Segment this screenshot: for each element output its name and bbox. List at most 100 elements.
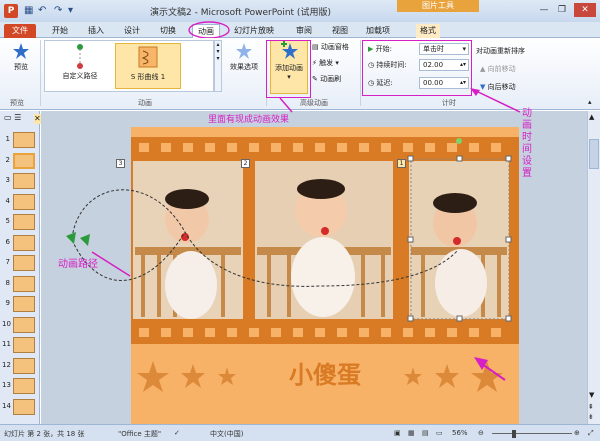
slide-thumbnail[interactable]: 1 <box>2 131 39 149</box>
spellcheck-icon[interactable]: ✓ <box>174 429 180 437</box>
divider <box>360 40 361 106</box>
slide-number: 9 <box>5 299 10 307</box>
powerpoint-icon[interactable]: P <box>4 4 18 18</box>
slide-thumbnail[interactable]: 12 <box>2 357 39 375</box>
slide-title[interactable]: 小傻蛋 <box>131 355 519 390</box>
trigger-button[interactable]: ⚡ 触发 ▾ <box>312 58 339 68</box>
slide-number: 12 <box>2 360 11 369</box>
timing-group-label: 计时 <box>442 99 456 107</box>
animation-tag[interactable]: 1 <box>397 159 406 168</box>
slide-thumbnail[interactable]: 14 <box>2 398 39 416</box>
tab-file[interactable]: 文件 <box>4 24 36 38</box>
slide-thumbnail[interactable]: 10 <box>2 316 39 334</box>
minimize-button[interactable]: — <box>536 3 552 17</box>
tab-addins[interactable]: 加载项 <box>366 24 390 38</box>
slide-thumbnail-image[interactable] <box>13 337 35 353</box>
scroll-thumb[interactable] <box>589 139 599 169</box>
slide-thumbnail-image[interactable] <box>13 275 35 292</box>
slide-thumbnail[interactable]: 13 <box>2 377 39 395</box>
effect-star-icon <box>236 43 252 59</box>
fit-window-icon[interactable]: ⤢ <box>588 429 594 438</box>
slide-thumbnail-image[interactable] <box>13 357 35 374</box>
move-later-button[interactable]: ▼ 向后移动 <box>480 82 516 92</box>
tab-design[interactable]: 设计 <box>124 24 140 38</box>
slide-thumbnail-image[interactable] <box>13 214 35 230</box>
move-earlier-button[interactable]: ▲ 向前移动 <box>480 64 516 74</box>
undo-icon[interactable]: ↶ <box>38 5 46 16</box>
context-tool-label: 图片工具 <box>397 0 479 12</box>
animation-tag[interactable]: 2 <box>241 159 250 168</box>
star-icon <box>13 43 29 59</box>
animations-tab-highlight <box>188 21 230 39</box>
customize-qat-icon[interactable]: ▾ <box>68 5 73 16</box>
view-sorter-icon[interactable]: ▦ <box>408 429 415 437</box>
slide-thumbnail[interactable]: 4 <box>2 193 39 211</box>
preview-group-label: 预览 <box>10 99 24 107</box>
slide-thumbnail[interactable]: 8 <box>2 275 39 293</box>
view-slideshow-icon[interactable]: ▭ <box>436 429 443 437</box>
slide-thumbnail-image[interactable] <box>13 296 35 312</box>
slide-thumbnail[interactable]: 11 <box>2 336 39 354</box>
prev-slide-icon[interactable]: ⇞ <box>588 403 594 411</box>
tab-insert[interactable]: 插入 <box>88 24 104 38</box>
slide-thumbnail-image[interactable] <box>13 152 35 169</box>
panel-tabs[interactable]: ▭ ☰ <box>4 113 34 125</box>
tab-slideshow[interactable]: 幻灯片放映 <box>234 24 274 38</box>
up-arrow-icon: ▲ <box>480 65 488 73</box>
slide-thumbnail[interactable]: 7 <box>2 254 39 272</box>
slide-thumbnail[interactable]: 6 <box>2 234 39 252</box>
redo-icon[interactable]: ↷ <box>54 5 62 16</box>
annotation-path: 动画路径 <box>58 259 98 270</box>
slide-thumbnail[interactable]: 5 <box>2 213 39 231</box>
slide-thumbnail-image[interactable] <box>13 398 35 415</box>
gallery-item-s-curve[interactable]: S 形曲线 1 <box>115 43 181 89</box>
slide-thumbnail-image[interactable] <box>13 378 35 394</box>
animation-painter-button[interactable]: ✎ 动画刷 <box>312 74 341 84</box>
slide-thumbnail-image[interactable] <box>13 173 35 189</box>
zoom-slider[interactable] <box>492 433 572 434</box>
theme-name[interactable]: "Office 主题" <box>118 429 161 439</box>
tab-format[interactable]: 格式 <box>416 24 440 38</box>
slide-thumbnail[interactable]: 9 <box>2 295 39 313</box>
window-title: 演示文稿2 - Microsoft PowerPoint (试用版) <box>150 8 331 18</box>
slide[interactable]: 小傻蛋 2 1 <box>131 127 519 425</box>
view-normal-icon[interactable]: ▣ <box>394 429 401 437</box>
animation-group-label: 动画 <box>138 99 152 107</box>
tab-review[interactable]: 审阅 <box>296 24 312 38</box>
slide-thumbnail-image[interactable] <box>13 132 35 148</box>
tab-view[interactable]: 视图 <box>332 24 348 38</box>
zoom-in-icon[interactable]: ⊕ <box>574 429 580 437</box>
save-icon[interactable]: ▦ <box>24 5 33 16</box>
preview-button[interactable]: 预览 <box>6 42 36 72</box>
slide-thumbnail-image[interactable] <box>13 316 35 333</box>
slide-thumbnail[interactable]: 2 <box>2 152 39 170</box>
maximize-button[interactable]: ❐ <box>554 3 570 17</box>
slide-thumbnail-image[interactable] <box>13 255 35 271</box>
view-reading-icon[interactable]: ▤ <box>422 429 429 437</box>
scroll-down-icon[interactable]: ▼ <box>589 391 594 399</box>
zoom-out-icon[interactable]: ⊖ <box>478 429 484 437</box>
language[interactable]: 中文(中国) <box>210 429 243 439</box>
divider <box>40 40 41 106</box>
tab-transitions[interactable]: 切换 <box>160 24 176 38</box>
animation-pane-button[interactable]: ▤ 动画窗格 <box>312 42 349 52</box>
zoom-level[interactable]: 56% <box>452 429 468 437</box>
collapse-ribbon-icon[interactable]: ▴ <box>588 98 592 106</box>
timing-highlight <box>362 40 472 96</box>
gallery-more-button[interactable]: ▴ ▾ ▾ <box>214 40 222 92</box>
close-button[interactable]: ✕ <box>574 3 596 17</box>
effect-options-button[interactable]: 效果选项 <box>226 42 262 72</box>
next-slide-icon[interactable]: ⇟ <box>588 413 594 421</box>
slide-thumbnail[interactable]: 3 <box>2 172 39 190</box>
animation-tag[interactable]: 3 <box>116 159 125 168</box>
gallery-item-custom-path[interactable]: 自定义路径 <box>47 43 113 89</box>
slide-number: 2 <box>5 155 10 164</box>
zoom-slider-thumb[interactable] <box>512 430 516 438</box>
scroll-up-icon[interactable]: ▲ <box>589 113 594 121</box>
slide-thumbnail-image[interactable] <box>13 193 35 210</box>
slide-number: 13 <box>2 381 11 389</box>
preview-label: 预览 <box>14 63 28 71</box>
slide-thumbnail-image[interactable] <box>13 234 35 251</box>
vertical-scrollbar[interactable]: ▲ ▼ ⇞ ⇟ <box>587 111 600 424</box>
tab-home[interactable]: 开始 <box>52 24 68 38</box>
